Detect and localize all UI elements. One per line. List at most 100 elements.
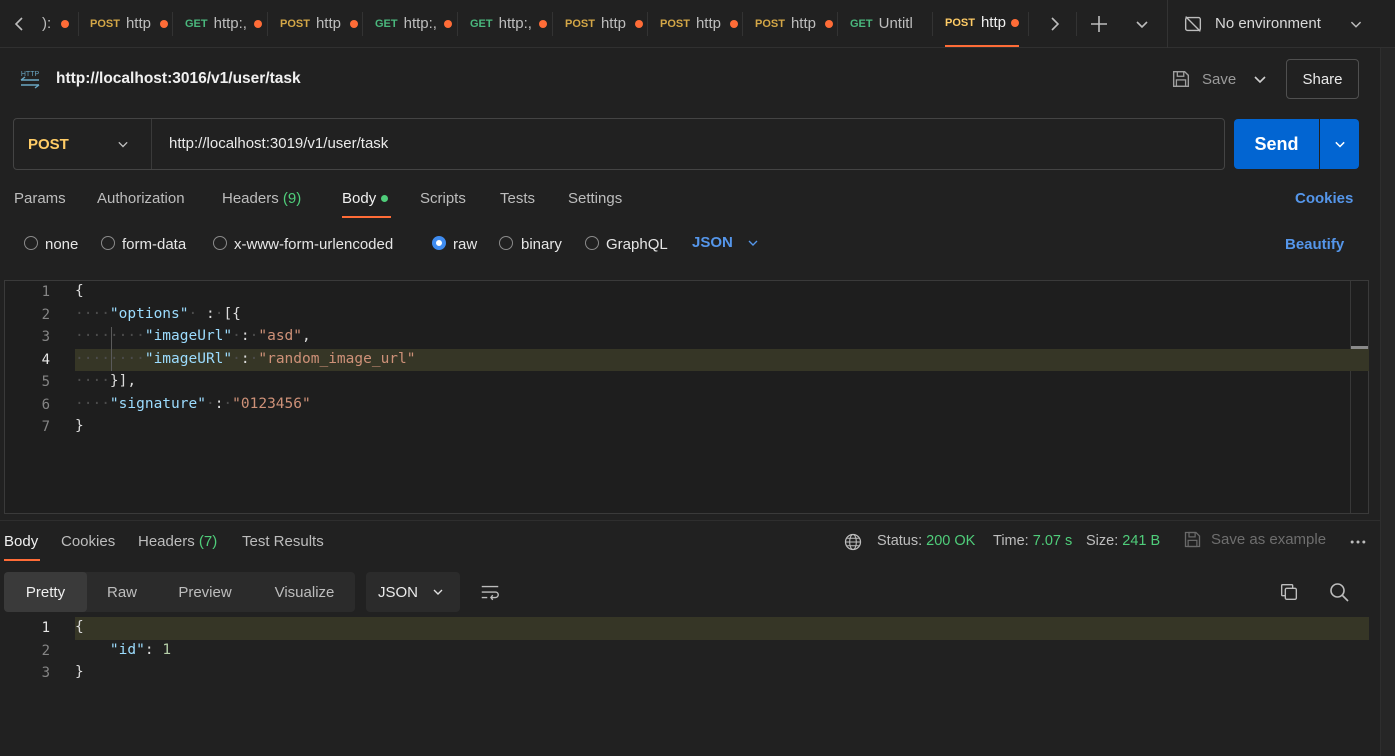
- tab-headers[interactable]: Headers (9): [222, 190, 301, 207]
- tab-method: POST: [660, 17, 690, 30]
- url-input[interactable]: http://localhost:3019/v1/user/task: [169, 135, 388, 152]
- view-mode-pretty[interactable]: Pretty: [4, 572, 87, 612]
- radio-binary-label: binary: [521, 236, 562, 253]
- save-options-button[interactable]: [1248, 67, 1272, 91]
- cookies-link[interactable]: Cookies: [1295, 190, 1353, 207]
- radio-urlencoded-label: x-www-form-urlencoded: [234, 236, 394, 253]
- window-scrollbar[interactable]: [1380, 48, 1395, 756]
- radio-raw[interactable]: [432, 236, 446, 250]
- globe-icon[interactable]: [843, 532, 863, 552]
- divider: [1167, 0, 1168, 48]
- tab-title: http: [695, 15, 721, 32]
- request-tab[interactable]: POST http: [90, 0, 170, 47]
- radio-form-data[interactable]: [101, 236, 115, 250]
- request-tab[interactable]: GET Untitl: [850, 0, 930, 47]
- line-number: 3: [41, 665, 50, 681]
- request-tab[interactable]: GET http:,: [375, 0, 455, 47]
- request-tab[interactable]: POST http: [565, 0, 645, 47]
- chevron-down-icon: [1350, 21, 1362, 28]
- search-icon[interactable]: [1327, 580, 1351, 604]
- line-number: 2: [41, 307, 50, 323]
- tab-method: POST: [755, 17, 785, 30]
- code-line: ····"options"· :·[{: [75, 306, 241, 322]
- pane-divider[interactable]: [0, 520, 1380, 521]
- tab-scripts[interactable]: Scripts: [420, 190, 466, 207]
- editor-scrollbar-track[interactable]: [1350, 281, 1351, 513]
- chevron-down-icon: [748, 240, 758, 246]
- radio-graphql[interactable]: [585, 236, 599, 250]
- tab-body[interactable]: Body: [342, 190, 389, 207]
- tab-title: http:,: [403, 15, 437, 32]
- request-tab-active[interactable]: POST http: [945, 0, 1019, 47]
- request-tab[interactable]: GET http:,: [185, 0, 265, 47]
- unsaved-dot-icon: [349, 19, 358, 28]
- raw-format-select[interactable]: JSON: [692, 234, 761, 251]
- tab-params[interactable]: Params: [14, 190, 66, 207]
- request-name[interactable]: http://localhost:3016/v1/user/task: [56, 70, 301, 88]
- unsaved-dot-icon: [159, 19, 168, 28]
- unsaved-dot-icon: [253, 19, 262, 28]
- tab-tests[interactable]: Tests: [500, 190, 535, 207]
- body-indicator-dot: [381, 195, 389, 202]
- plus-icon: [1091, 16, 1107, 32]
- tabs-menu-button[interactable]: [1130, 12, 1154, 36]
- response-headers-label: Headers: [138, 533, 195, 550]
- response-format-label: JSON: [378, 583, 419, 601]
- view-mode-preview[interactable]: Preview: [160, 572, 250, 612]
- request-tab[interactable]: POST http: [280, 0, 360, 47]
- unsaved-dot-icon: [729, 19, 738, 28]
- tab-settings[interactable]: Settings: [568, 190, 622, 207]
- response-tab-body-underline: [4, 559, 40, 561]
- response-headers-count: (7): [198, 533, 218, 550]
- response-tab-test-results[interactable]: Test Results: [242, 533, 324, 550]
- response-status[interactable]: Status: 200 OK: [877, 533, 975, 549]
- status-value: 200 OK: [926, 533, 976, 549]
- response-format-select[interactable]: JSON: [366, 572, 460, 612]
- tab-method: GET: [185, 17, 208, 30]
- save-label: Save: [1202, 70, 1237, 88]
- unsaved-dot-icon: [1011, 18, 1019, 27]
- tab-method: POST: [90, 17, 120, 30]
- response-time[interactable]: Time: 7.07 s: [993, 533, 1072, 549]
- send-label: Send: [1254, 133, 1299, 154]
- save-button[interactable]: Save: [1170, 62, 1240, 96]
- radio-binary[interactable]: [499, 236, 513, 250]
- response-tab-cookies[interactable]: Cookies: [61, 533, 115, 550]
- request-tab[interactable]: ):: [42, 0, 72, 47]
- method-select[interactable]: POST: [14, 119, 152, 169]
- raw-format-label: JSON: [692, 234, 733, 251]
- response-tab-body[interactable]: Body: [4, 533, 38, 550]
- more-options-icon[interactable]: [1348, 532, 1368, 552]
- beautify-link[interactable]: Beautify: [1285, 236, 1344, 253]
- send-button[interactable]: Send: [1234, 119, 1319, 169]
- copy-icon[interactable]: [1278, 581, 1300, 603]
- request-tab[interactable]: GET http:,: [470, 0, 550, 47]
- line-number: 4: [41, 352, 50, 368]
- view-mode-raw[interactable]: Raw: [87, 572, 157, 612]
- response-size[interactable]: Size: 241 B: [1086, 533, 1160, 549]
- environment-selector[interactable]: No environment: [1182, 0, 1367, 47]
- save-as-example-button[interactable]: Save as example: [1182, 529, 1326, 550]
- wrap-lines-icon[interactable]: [479, 581, 501, 603]
- line-number: 5: [41, 374, 50, 390]
- scroll-tabs-left-button[interactable]: [8, 12, 32, 36]
- method-label: POST: [28, 135, 69, 153]
- tab-authorization[interactable]: Authorization: [97, 190, 185, 207]
- tab-divider: [837, 12, 838, 36]
- new-tab-button[interactable]: [1087, 12, 1111, 36]
- tab-bar: ): POST http GET http:, POST http GET ht…: [0, 0, 1395, 48]
- send-options-button[interactable]: [1320, 119, 1359, 169]
- radio-urlencoded[interactable]: [213, 236, 227, 250]
- chevron-down-icon: [1254, 76, 1266, 84]
- request-tab[interactable]: POST http: [660, 0, 740, 47]
- view-mode-visualize[interactable]: Visualize: [256, 572, 353, 612]
- tab-method: GET: [850, 17, 873, 30]
- scroll-tabs-right-button[interactable]: [1042, 12, 1066, 36]
- radio-none[interactable]: [24, 236, 38, 250]
- share-button[interactable]: Share: [1286, 59, 1359, 99]
- tab-title: http: [600, 15, 626, 32]
- code-line: ········"imageURl"·:·"random_image_url": [75, 351, 416, 367]
- request-tab[interactable]: POST http: [755, 0, 835, 47]
- tab-method: GET: [375, 17, 398, 30]
- response-tab-headers[interactable]: Headers (7): [138, 533, 217, 550]
